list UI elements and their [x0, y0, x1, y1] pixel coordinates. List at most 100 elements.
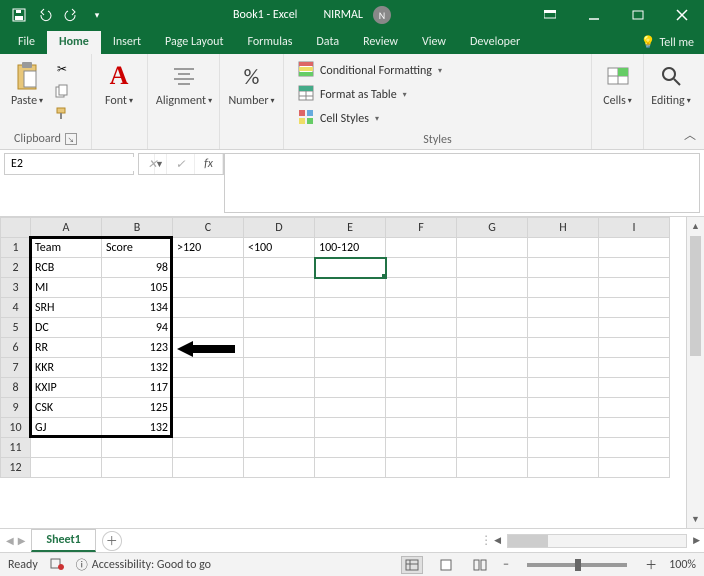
formula-bar[interactable]: [224, 153, 700, 213]
row-header-7[interactable]: 7: [1, 358, 31, 378]
cell-D1[interactable]: <100: [244, 238, 315, 258]
cell-D10[interactable]: [244, 418, 315, 438]
sheet-tab-sheet1[interactable]: Sheet1: [31, 529, 95, 552]
cell-B5[interactable]: 94: [102, 318, 173, 338]
cell-A12[interactable]: [31, 458, 102, 478]
horizontal-scrollbar[interactable]: [507, 534, 687, 548]
cell-I6[interactable]: [599, 338, 670, 358]
col-header-H[interactable]: H: [528, 218, 599, 238]
cell-D6[interactable]: [244, 338, 315, 358]
cell-I9[interactable]: [599, 398, 670, 418]
cell-G1[interactable]: [457, 238, 528, 258]
cell-B8[interactable]: 117: [102, 378, 173, 398]
accessibility-status[interactable]: ⓘ Accessibility: Good to go: [76, 556, 211, 573]
cell-C8[interactable]: [173, 378, 244, 398]
number-group-button[interactable]: % Number▾: [226, 58, 277, 110]
cell-D7[interactable]: [244, 358, 315, 378]
cell-H7[interactable]: [528, 358, 599, 378]
col-header-E[interactable]: E: [315, 218, 386, 238]
maximize-button[interactable]: [616, 0, 660, 30]
cell-styles-button[interactable]: Cell Styles▾: [294, 108, 383, 130]
cell-B12[interactable]: [102, 458, 173, 478]
cell-E12[interactable]: [315, 458, 386, 478]
cell-A6[interactable]: RR: [31, 338, 102, 358]
cell-C9[interactable]: [173, 398, 244, 418]
font-group-button[interactable]: A Font▾: [98, 58, 140, 110]
cell-B10[interactable]: 132: [102, 418, 173, 438]
tab-file[interactable]: File: [6, 31, 47, 54]
col-header-G[interactable]: G: [457, 218, 528, 238]
cut-button[interactable]: ✂: [52, 60, 72, 78]
tab-developer[interactable]: Developer: [458, 31, 532, 54]
cell-G8[interactable]: [457, 378, 528, 398]
cells-group-button[interactable]: Cells▾: [598, 58, 637, 110]
cell-G5[interactable]: [457, 318, 528, 338]
user-avatar[interactable]: N: [373, 6, 391, 24]
cell-H3[interactable]: [528, 278, 599, 298]
cell-F2[interactable]: [386, 258, 457, 278]
hscroll-thumb[interactable]: [508, 535, 548, 547]
zoom-out-button[interactable]: −: [503, 558, 509, 572]
ribbon-display-options-button[interactable]: [528, 0, 572, 30]
cell-B6[interactable]: 123: [102, 338, 173, 358]
cell-G4[interactable]: [457, 298, 528, 318]
sheet-nav-next[interactable]: ▶: [18, 534, 26, 547]
page-layout-view-button[interactable]: [435, 556, 457, 574]
col-header-D[interactable]: D: [244, 218, 315, 238]
zoom-slider-knob[interactable]: [575, 559, 581, 571]
tell-me-search[interactable]: 💡 Tell me: [631, 35, 704, 54]
cell-A1[interactable]: Team: [31, 238, 102, 258]
cell-I10[interactable]: [599, 418, 670, 438]
cell-G10[interactable]: [457, 418, 528, 438]
col-header-I[interactable]: I: [599, 218, 670, 238]
col-header-A[interactable]: A: [31, 218, 102, 238]
row-header-2[interactable]: 2: [1, 258, 31, 278]
save-qat-button[interactable]: [8, 4, 30, 26]
row-header-5[interactable]: 5: [1, 318, 31, 338]
row-header-11[interactable]: 11: [1, 438, 31, 458]
cell-C5[interactable]: [173, 318, 244, 338]
new-sheet-button[interactable]: ＋: [102, 531, 122, 551]
scroll-down-button[interactable]: ▼: [687, 510, 704, 528]
hscroll-left[interactable]: ◀: [494, 535, 501, 546]
cell-A7[interactable]: KKR: [31, 358, 102, 378]
paste-button[interactable]: Paste▾: [6, 58, 48, 110]
scroll-thumb[interactable]: [690, 236, 701, 356]
select-all-corner[interactable]: [1, 218, 31, 238]
cell-D11[interactable]: [244, 438, 315, 458]
cell-G11[interactable]: [457, 438, 528, 458]
row-header-8[interactable]: 8: [1, 378, 31, 398]
cell-E1[interactable]: 100-120: [315, 238, 386, 258]
cell-H2[interactable]: [528, 258, 599, 278]
cell-C1[interactable]: >120: [173, 238, 244, 258]
qat-customize-button[interactable]: ▾: [86, 4, 108, 26]
cell-E9[interactable]: [315, 398, 386, 418]
col-header-F[interactable]: F: [386, 218, 457, 238]
row-header-12[interactable]: 12: [1, 458, 31, 478]
cell-C12[interactable]: [173, 458, 244, 478]
cell-B1[interactable]: Score: [102, 238, 173, 258]
name-box[interactable]: ▼: [4, 153, 134, 175]
cell-H8[interactable]: [528, 378, 599, 398]
scroll-up-button[interactable]: ▲: [687, 217, 704, 235]
cell-F7[interactable]: [386, 358, 457, 378]
cell-A2[interactable]: RCB: [31, 258, 102, 278]
tab-page-layout[interactable]: Page Layout: [153, 31, 235, 54]
cell-I5[interactable]: [599, 318, 670, 338]
cell-I4[interactable]: [599, 298, 670, 318]
cell-I2[interactable]: [599, 258, 670, 278]
tab-review[interactable]: Review: [351, 31, 410, 54]
cell-G2[interactable]: [457, 258, 528, 278]
cell-A9[interactable]: CSK: [31, 398, 102, 418]
undo-qat-button[interactable]: [34, 4, 56, 26]
row-header-6[interactable]: 6: [1, 338, 31, 358]
cell-D5[interactable]: [244, 318, 315, 338]
cell-F12[interactable]: [386, 458, 457, 478]
cell-D12[interactable]: [244, 458, 315, 478]
cell-I8[interactable]: [599, 378, 670, 398]
page-break-view-button[interactable]: [469, 556, 491, 574]
name-box-input[interactable]: [5, 157, 154, 171]
zoom-level[interactable]: 100%: [669, 558, 696, 572]
minimize-button[interactable]: [572, 0, 616, 30]
cell-A11[interactable]: [31, 438, 102, 458]
